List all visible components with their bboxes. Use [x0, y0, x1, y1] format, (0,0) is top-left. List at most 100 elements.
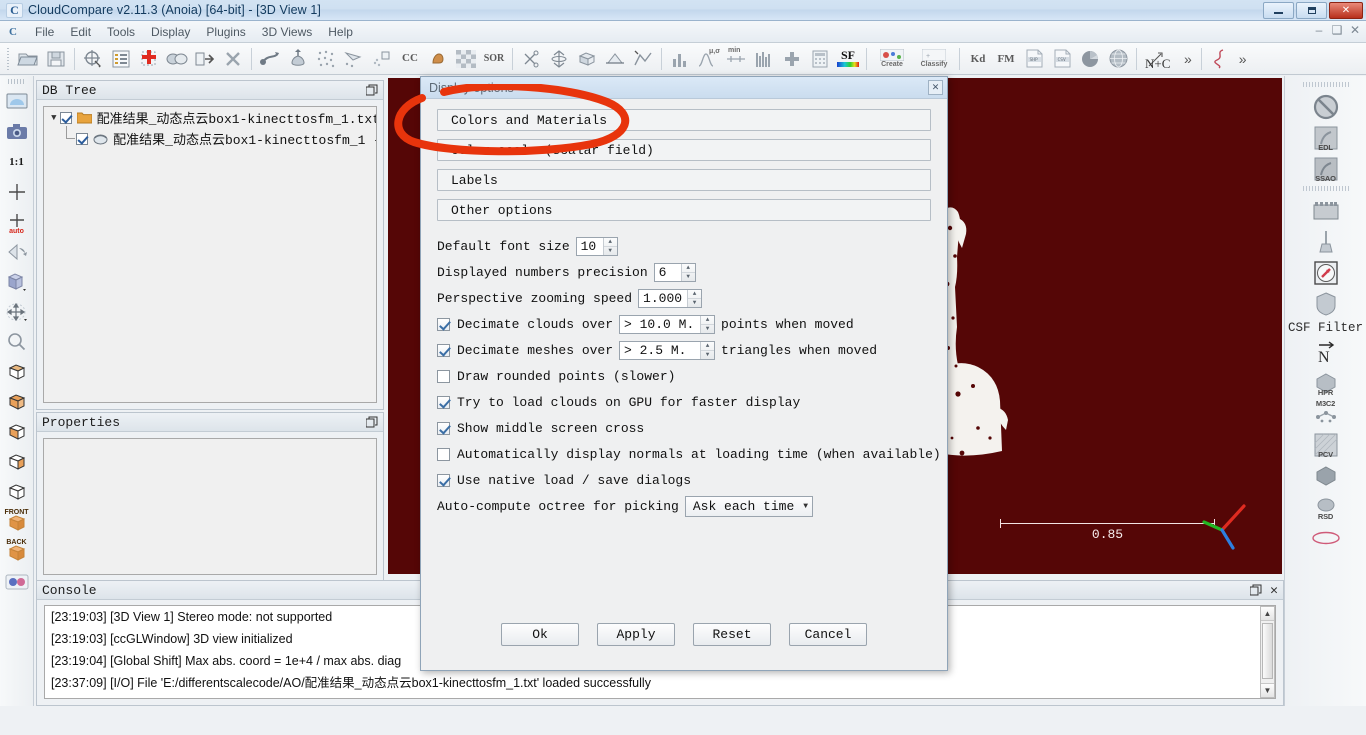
spin-up-icon[interactable]: ▲ [688, 290, 702, 299]
global-shift-icon[interactable] [79, 45, 107, 73]
restore-button[interactable] [1296, 2, 1327, 19]
toolbar-grip[interactable] [5, 47, 11, 70]
plugins-toolbar-grip[interactable] [1302, 82, 1349, 87]
animation-icon[interactable] [1306, 195, 1346, 226]
spin-down-icon[interactable]: ▼ [701, 351, 714, 359]
decimate-clouds-spinbox[interactable]: > 10.0 M. ▲ ▼ [619, 314, 716, 334]
add-constant-sf-icon[interactable] [778, 45, 806, 73]
pcv-icon[interactable]: PCV [1306, 429, 1346, 460]
globe-icon[interactable] [1104, 45, 1132, 73]
scroll-up-arrow-icon[interactable]: ▲ [1261, 607, 1274, 621]
rotate-axis-icon[interactable] [545, 45, 573, 73]
menu-item-3d-views[interactable]: 3D Views [254, 23, 320, 41]
compass-icon[interactable] [1306, 257, 1346, 288]
menu-item-display[interactable]: Display [143, 23, 198, 41]
no-shader-icon[interactable] [1306, 91, 1346, 122]
tree-expand-arrow-icon[interactable]: ▼ [48, 113, 60, 123]
open-file-icon[interactable] [14, 45, 42, 73]
view-top-icon[interactable] [3, 387, 31, 417]
view-isometric-1-icon[interactable] [3, 357, 31, 387]
spin-up-icon[interactable]: ▲ [681, 264, 695, 273]
menu-item-edit[interactable]: Edit [62, 23, 99, 41]
poisson-recon-icon[interactable] [1306, 460, 1346, 491]
stereo-mode-icon[interactable] [3, 567, 31, 597]
close-button[interactable]: ✕ [1329, 2, 1363, 19]
subsample-icon[interactable] [312, 45, 340, 73]
spin-down-icon[interactable]: ▼ [682, 273, 695, 281]
view-bottom-icon[interactable] [3, 417, 31, 447]
cancel-button[interactable]: Cancel [789, 623, 867, 646]
minimize-button[interactable] [1263, 2, 1294, 19]
properties-body[interactable] [43, 438, 377, 575]
add-point-icon[interactable] [135, 45, 163, 73]
edl-shader-icon[interactable]: EDL [1306, 122, 1346, 153]
decimate-clouds-checkbox[interactable] [437, 317, 450, 331]
csf-filter-icon[interactable] [1306, 288, 1346, 319]
segment-icon[interactable] [340, 45, 368, 73]
group-labels[interactable]: Labels [437, 169, 931, 191]
sor-filter-icon[interactable]: SOR [480, 45, 508, 73]
group-other-options[interactable]: Other options [437, 199, 931, 221]
reset-button[interactable]: Reset [693, 623, 771, 646]
tree-root-checkbox[interactable] [59, 111, 72, 124]
csv-export-icon[interactable]: CSV [1048, 45, 1076, 73]
view-left-icon[interactable] [3, 447, 31, 477]
m3c2-icon[interactable]: M3C2 [1306, 398, 1346, 429]
ransac-sd-icon[interactable] [1306, 522, 1346, 553]
box-primitive-icon[interactable] [573, 45, 601, 73]
translate-rotate-icon[interactable] [284, 45, 312, 73]
tree-item-child[interactable]: 配准结果_动态点云box1-kinecttosfm_1 - ··· [44, 126, 376, 149]
menu-item-file[interactable]: File [27, 23, 62, 41]
decimate-meshes-checkbox[interactable] [437, 343, 450, 357]
rsd-icon[interactable]: RSD [1306, 491, 1346, 522]
spin-down-icon[interactable]: ▼ [701, 325, 714, 333]
spin-up-icon[interactable]: ▲ [701, 342, 715, 351]
toolbar-overflow-button-2[interactable]: » [1234, 51, 1252, 67]
console-undock-icon[interactable] [1249, 584, 1262, 596]
properties-undock-icon[interactable] [365, 416, 378, 428]
auto-pivot-icon[interactable]: auto [3, 207, 31, 237]
ok-button[interactable]: Ok [501, 623, 579, 646]
view-right-icon[interactable] [3, 477, 31, 507]
spin-up-icon[interactable]: ▲ [701, 316, 715, 325]
native-dialogs-checkbox[interactable] [437, 473, 450, 487]
toggle-orthographic-icon[interactable] [3, 237, 31, 267]
group-color-scale[interactable]: Color scale (scalar field) [437, 139, 931, 161]
group-colors-and-materials[interactable]: Colors and Materials [437, 109, 931, 131]
set-pivot-point-icon[interactable] [3, 177, 31, 207]
menu-item-plugins[interactable]: Plugins [198, 23, 253, 41]
db-tree-undock-icon[interactable] [365, 84, 378, 96]
mdi-restore-button[interactable]: ❑ [1330, 23, 1344, 37]
tree-child-checkbox[interactable] [76, 132, 89, 145]
normal-vector-icon[interactable]: N [1306, 336, 1346, 367]
broom-clean-icon[interactable] [1306, 226, 1346, 257]
set-view-global-zoom-icon[interactable] [3, 87, 31, 117]
facets-fm-icon[interactable]: FM [992, 45, 1020, 73]
auto-display-normals-checkbox[interactable] [437, 447, 450, 461]
histogram-icon[interactable] [666, 45, 694, 73]
merge-icon[interactable] [191, 45, 219, 73]
cloud-cloud-dist-icon[interactable]: CC [396, 45, 424, 73]
mdi-close-button[interactable]: ✕ [1348, 23, 1362, 37]
load-clouds-gpu-checkbox[interactable] [437, 395, 450, 409]
default-font-size-spinbox[interactable]: 10 ▲ ▼ [575, 236, 618, 256]
perspective-zooming-speed-spinbox[interactable]: 1.000 ▲ ▼ [638, 288, 703, 308]
cross-section-icon[interactable] [601, 45, 629, 73]
camera-snapshot-icon[interactable] [3, 117, 31, 147]
console-scrollbar[interactable]: ▲ ▼ [1260, 606, 1275, 698]
save-file-icon[interactable] [42, 45, 70, 73]
kdtree-icon[interactable]: Kd [964, 45, 992, 73]
console-close-icon[interactable]: ✕ [1270, 583, 1278, 598]
spline-icon[interactable] [1206, 45, 1234, 73]
display-options-dialog[interactable]: Display options ✕ Colors and Materials C… [420, 76, 948, 671]
scrollbar-thumb[interactable] [1262, 623, 1273, 679]
spin-down-icon[interactable]: ▼ [688, 299, 701, 307]
gauss-filter-icon[interactable]: μ,σ [694, 45, 722, 73]
view-back-icon[interactable]: BACK [3, 537, 31, 567]
menu-item-tools[interactable]: Tools [99, 23, 143, 41]
shp-export-icon[interactable]: SHP [1020, 45, 1048, 73]
scissors-icon[interactable] [517, 45, 545, 73]
properties-list-icon[interactable] [107, 45, 135, 73]
auto-compute-octree-select[interactable]: Ask each time ▼ [684, 495, 814, 517]
menu-item-help[interactable]: Help [320, 23, 361, 41]
